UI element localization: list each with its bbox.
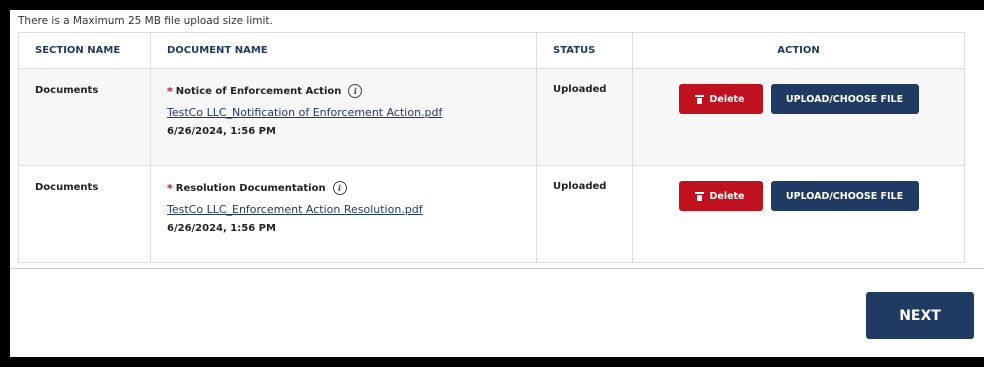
table-row: Documents * Resolution Documentation i T… [18, 165, 965, 263]
file-link[interactable]: TestCo LLC_Notification of Enforcement A… [167, 106, 536, 119]
trash-icon [695, 192, 705, 201]
documents-table: SECTION NAME DOCUMENT NAME STATUS ACTION… [18, 32, 965, 263]
delete-button[interactable]: Delete [678, 84, 763, 114]
required-marker: * [167, 181, 173, 195]
header-action: ACTION [632, 32, 965, 69]
header-status: STATUS [536, 32, 633, 69]
header-document-name: DOCUMENT NAME [150, 32, 537, 69]
info-icon[interactable]: i [348, 84, 363, 98]
delete-button[interactable]: Delete [678, 181, 763, 211]
action-cell: Delete UPLOAD/CHOOSE FILE [632, 165, 965, 263]
status-cell: Uploaded [536, 165, 633, 263]
table-header-row: SECTION NAME DOCUMENT NAME STATUS ACTION [18, 32, 965, 69]
document-title: * Notice of Enforcement Action i [167, 84, 536, 98]
document-name-cell: * Resolution Documentation i TestCo LLC_… [150, 165, 537, 263]
upload-date: 6/26/2024, 1:56 PM [167, 126, 276, 137]
document-title-text: Resolution Documentation [175, 182, 326, 194]
status-cell: Uploaded [536, 68, 633, 166]
upload-date: 6/26/2024, 1:56 PM [167, 223, 276, 234]
upload-choose-file-button[interactable]: UPLOAD/CHOOSE FILE [770, 84, 919, 114]
info-icon[interactable]: i [332, 181, 347, 195]
upload-limit-note: There is a Maximum 25 MB file upload siz… [18, 15, 273, 27]
section-name-cell: Documents [18, 68, 151, 166]
action-cell: Delete UPLOAD/CHOOSE FILE [632, 68, 965, 166]
table-row: Documents * Notice of Enforcement Action… [18, 68, 965, 166]
trash-icon [695, 95, 705, 104]
document-title-text: Notice of Enforcement Action [175, 85, 342, 97]
delete-label: Delete [709, 93, 745, 105]
header-section-name: SECTION NAME [18, 32, 151, 69]
section-name-cell: Documents [18, 165, 151, 263]
footer-divider [10, 268, 984, 269]
next-button[interactable]: NEXT [866, 292, 974, 339]
document-title: * Resolution Documentation i [167, 181, 536, 195]
document-name-cell: * Notice of Enforcement Action i TestCo … [150, 68, 537, 166]
required-marker: * [167, 84, 173, 98]
upload-choose-file-button[interactable]: UPLOAD/CHOOSE FILE [770, 181, 919, 211]
delete-label: Delete [709, 190, 745, 202]
file-link[interactable]: TestCo LLC_Enforcement Action Resolution… [167, 203, 536, 216]
